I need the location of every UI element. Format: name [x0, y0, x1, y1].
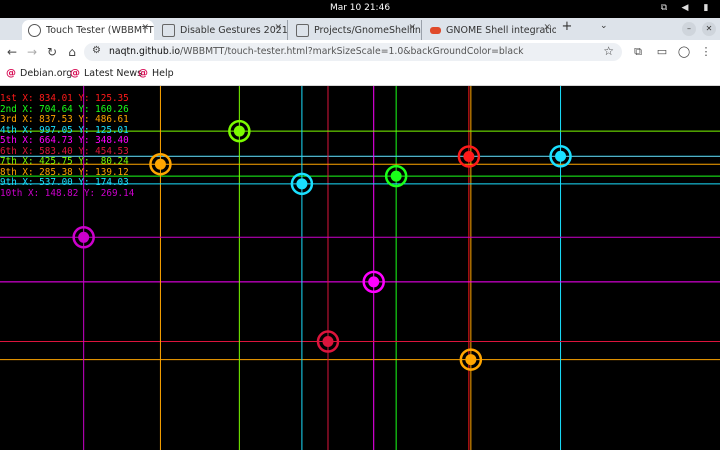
touch-5-point — [368, 276, 380, 288]
debian-icon: @ — [70, 68, 80, 79]
extensions-icon[interactable]: ⧉ — [630, 44, 646, 60]
url-text[interactable]: naqtn.github.io/WBBMTT/touch-tester.html… — [109, 46, 524, 57]
tab-title: Touch Tester (WBBMTT) — [46, 24, 154, 36]
close-icon[interactable]: ✕ — [141, 23, 149, 33]
touch-readout-1: 1st X: 834.01 Y: 125.35 — [0, 93, 129, 104]
tab-projects-gnome[interactable]: Projects/GnomeShellInte ✕ — [290, 20, 422, 40]
close-icon[interactable]: ✕ — [274, 23, 282, 33]
touch-9-point — [296, 178, 308, 190]
network-icon[interactable]: ⧉ — [658, 2, 670, 14]
touch-3-point — [465, 354, 477, 366]
touch-4-point — [555, 150, 567, 162]
system-top-bar: Mar 10 21:46 ⧉ ◀ ▮ — [0, 0, 720, 18]
tab-strip: Touch Tester (WBBMTT) ✕ Disable Gestures… — [0, 18, 720, 40]
bookmark-latest-news[interactable]: @ Latest News — [70, 68, 142, 79]
close-icon[interactable]: ✕ — [543, 23, 551, 33]
touch-2-point — [390, 170, 402, 182]
address-bar[interactable]: ⚙ naqtn.github.io/WBBMTT/touch-tester.ht… — [84, 43, 622, 61]
touch-7-point — [233, 125, 245, 137]
tab-title: GNOME Shell integration — [446, 24, 556, 36]
close-window-icon[interactable]: ✕ — [702, 22, 716, 36]
reading-list-icon[interactable]: ▭ — [654, 44, 670, 60]
tab-disable-gestures[interactable]: Disable Gestures 2021 - G ✕ — [156, 20, 288, 40]
menu-icon[interactable]: ⋮ — [698, 44, 714, 60]
touch-6-point — [322, 336, 334, 348]
new-tab-button[interactable]: + — [560, 19, 574, 34]
bookmark-help[interactable]: @ Help — [138, 68, 174, 79]
debian-icon: @ — [6, 68, 16, 79]
touch-8-point — [154, 158, 166, 170]
forward-icon[interactable]: → — [24, 44, 40, 60]
puzzle-icon — [162, 23, 175, 37]
profile-icon[interactable]: ◯ — [676, 44, 692, 60]
touch-readout-5: 5th X: 664.73 Y: 348.40 — [0, 135, 129, 146]
back-icon[interactable]: ← — [4, 44, 20, 60]
touch-readout-10: 10th X: 148.82 Y: 269.14 — [0, 187, 135, 199]
debian-icon: @ — [138, 68, 148, 79]
minimize-icon[interactable]: – — [682, 22, 696, 36]
tab-gnome-shell-integration[interactable]: GNOME Shell integration ✕ — [424, 20, 556, 40]
volume-icon[interactable]: ◀ — [679, 2, 691, 14]
browser-toolbar: ← → ↻ ⌂ ⚙ naqtn.github.io/WBBMTT/touch-t… — [0, 40, 720, 64]
touch-1-point — [463, 150, 475, 162]
bookmark-star-icon[interactable]: ☆ — [603, 44, 614, 58]
tab-title: Disable Gestures 2021 - G — [180, 24, 287, 36]
bookmark-debian[interactable]: @ Debian.org — [6, 68, 72, 79]
battery-icon[interactable]: ▮ — [700, 2, 712, 14]
touch-readout-9: 9th X: 537.00 Y: 174.03 — [0, 177, 129, 188]
touch-10-point — [78, 231, 90, 243]
site-info-icon[interactable]: ⚙ — [92, 45, 101, 56]
cloud-icon — [430, 26, 441, 34]
touch-readouts: 1st X: 834.01 Y: 125.35 2nd X: 704.64 Y: … — [0, 93, 135, 199]
gnome-icon — [296, 23, 309, 37]
tab-title: Projects/GnomeShellInte — [314, 24, 421, 36]
close-icon[interactable]: ✕ — [408, 23, 416, 33]
touch-readout-3: 3rd X: 837.53 Y: 486.61 — [0, 114, 129, 125]
system-clock[interactable]: Mar 10 21:46 — [0, 3, 720, 13]
tab-search-chevron-icon[interactable]: ⌄ — [600, 21, 608, 31]
globe-icon — [28, 23, 41, 37]
home-icon[interactable]: ⌂ — [64, 44, 80, 60]
tab-touch-tester[interactable]: Touch Tester (WBBMTT) ✕ — [22, 20, 154, 40]
reload-icon[interactable]: ↻ — [44, 44, 60, 60]
bookmarks-bar: @ Debian.org @ Latest News @ Help — [0, 64, 720, 86]
touch-readout-7: 7th X: 425.75 Y: 80.24 — [0, 156, 129, 167]
